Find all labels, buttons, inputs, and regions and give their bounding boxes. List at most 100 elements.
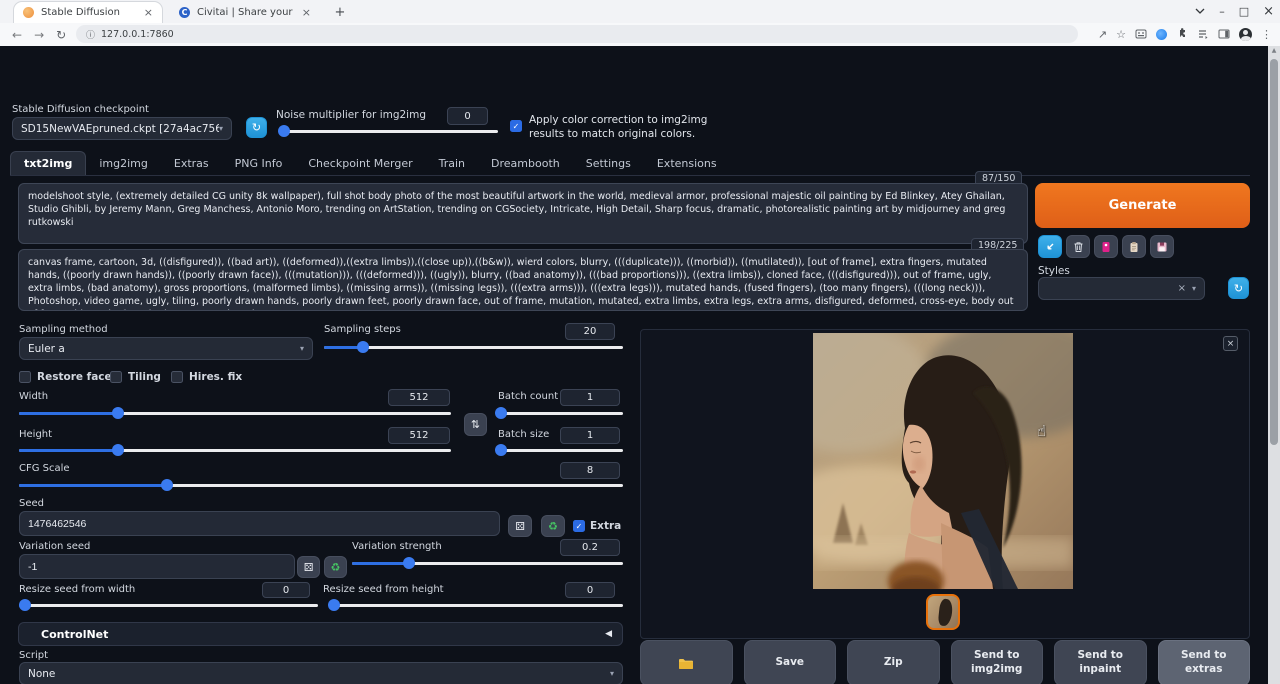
sampling-steps-slider[interactable] [324,346,623,349]
extra-seed-checkbox[interactable]: ✓ [573,520,585,532]
batch-count-slider[interactable] [498,412,623,415]
tab-dreambooth[interactable]: Dreambooth [478,152,573,175]
side-panel-icon[interactable] [1218,28,1230,40]
extension-grid-icon[interactable] [1135,28,1147,40]
noise-multiplier-value[interactable]: 0 [447,107,488,125]
variation-strength-label: Variation strength [352,541,442,552]
browser-tabstrip: Stable Diffusion × C Civitai | Share you… [0,0,1280,23]
variation-seed-input[interactable] [19,554,295,579]
width-slider[interactable] [19,412,451,415]
seed-input[interactable] [19,511,500,536]
save-style-floppy-icon[interactable] [1150,235,1174,258]
batch-size-slider[interactable] [498,449,623,452]
batch-size-value[interactable]: 1 [560,427,620,444]
generate-button[interactable]: Generate [1035,183,1250,228]
gallery-thumbnail[interactable] [926,594,960,630]
share-icon[interactable]: ↗ [1098,29,1107,40]
back-icon[interactable]: ← [12,28,22,42]
profile-avatar[interactable] [1239,28,1252,41]
clear-styles-icon[interactable]: × [1178,283,1186,294]
variation-strength-slider[interactable] [352,562,623,565]
tab-extensions[interactable]: Extensions [644,152,730,175]
sampling-method-dropdown[interactable]: Euler a ▾ [19,337,313,360]
color-correction-checkbox[interactable]: ✓ [510,120,522,132]
extension-blue-icon[interactable] [1156,29,1167,40]
extra-networks-card-icon[interactable] [1094,235,1118,258]
tab-extras[interactable]: Extras [161,152,222,175]
new-tab-button[interactable]: + [332,4,348,20]
apply-style-clipboard-icon[interactable] [1122,235,1146,258]
collapse-arrow-icon: ◀ [605,629,612,639]
styles-refresh-button[interactable]: ↻ [1228,277,1249,299]
styles-dropdown[interactable]: × ▾ [1038,277,1205,300]
width-value[interactable]: 512 [388,389,450,406]
minimize-button[interactable]: – [1219,6,1225,17]
resize-seed-width-value[interactable]: 0 [262,582,310,598]
restore-faces-checkbox[interactable] [19,371,31,383]
send-to-extras-button[interactable]: Send to extras [1158,640,1251,684]
sampling-steps-value[interactable]: 20 [565,323,615,340]
styles-label: Styles [1038,265,1070,277]
batch-count-value[interactable]: 1 [560,389,620,406]
save-button[interactable]: Save [744,640,837,684]
negative-prompt-input[interactable]: canvas frame, cartoon, 3d, ((disfigured)… [19,250,1027,310]
scrollbar-thumb[interactable] [1270,59,1278,445]
tab-train[interactable]: Train [426,152,478,175]
resize-seed-height-value[interactable]: 0 [565,582,615,598]
extensions-puzzle-icon[interactable] [1176,28,1188,40]
send-to-inpaint-button[interactable]: Send to inpaint [1054,640,1147,684]
close-button[interactable]: × [1263,5,1274,18]
site-info-icon[interactable]: ⓘ [86,28,95,41]
checkpoint-refresh-button[interactable]: ↻ [246,117,267,138]
cfg-scale-slider[interactable] [19,484,623,487]
browser-tab-civitai[interactable]: C Civitai | Share your models × [170,2,320,23]
script-dropdown[interactable]: None ▾ [19,662,623,684]
reuse-variation-seed-recycle-icon[interactable]: ♻ [324,556,347,578]
height-value[interactable]: 512 [388,427,450,444]
generated-image-preview[interactable] [813,333,1073,589]
tab-txt2img[interactable]: txt2img [10,151,86,175]
page-scrollbar[interactable]: ▲ [1268,46,1280,684]
height-slider[interactable] [19,449,451,452]
paste-generation-params-button[interactable] [1038,235,1062,258]
folder-icon [678,657,694,670]
browser-menu-icon[interactable]: ⋮ [1261,29,1272,40]
tab-img2img[interactable]: img2img [86,152,161,175]
swap-width-height-button[interactable]: ⇅ [464,413,487,436]
resize-seed-height-slider[interactable] [330,604,623,607]
random-seed-dice-icon[interactable]: ⚄ [508,515,532,537]
hires-fix-checkbox[interactable] [171,371,183,383]
open-folder-button[interactable] [640,640,733,684]
tab-settings[interactable]: Settings [573,152,644,175]
scroll-up-arrow[interactable]: ▲ [1268,47,1280,54]
zip-button[interactable]: Zip [847,640,940,684]
reading-list-icon[interactable] [1197,28,1209,40]
forward-icon[interactable]: → [34,28,44,42]
controlnet-accordion[interactable]: ControlNet ◀ [18,622,623,646]
reload-icon[interactable]: ↻ [56,28,66,42]
tab-png-info[interactable]: PNG Info [222,152,296,175]
browser-tab-stable-diffusion[interactable]: Stable Diffusion × [14,2,162,23]
random-variation-seed-dice-icon[interactable]: ⚄ [297,556,320,578]
cfg-scale-value[interactable]: 8 [560,462,620,479]
send-to-img2img-button[interactable]: Send to img2img [951,640,1044,684]
variation-strength-value[interactable]: 0.2 [560,539,620,556]
noise-multiplier-slider[interactable] [282,130,498,133]
script-value: None [28,668,55,680]
maximize-button[interactable]: □ [1239,6,1249,17]
chevron-down-icon[interactable] [1195,8,1205,14]
toolbar-icons: ↗ ☆ ⋮ [1098,25,1272,43]
bookmark-star-icon[interactable]: ☆ [1116,29,1126,40]
url-bar[interactable]: ⓘ 127.0.0.1:7860 [76,25,1078,43]
tiling-checkbox[interactable] [110,371,122,383]
reuse-seed-recycle-icon[interactable]: ♻ [541,515,565,537]
seed-label: Seed [19,498,44,509]
tab-close-icon[interactable]: × [144,6,153,19]
tab-checkpoint-merger[interactable]: Checkpoint Merger [295,152,425,175]
tab-close-icon[interactable]: × [302,6,311,19]
positive-prompt-input[interactable]: modelshoot style, (extremely detailed CG… [19,184,1027,243]
clear-prompt-trash-icon[interactable] [1066,235,1090,258]
close-gallery-icon[interactable]: × [1223,336,1238,351]
resize-seed-width-slider[interactable] [19,604,318,607]
checkpoint-dropdown[interactable]: SD15NewVAEpruned.ckpt [27a4ac756c] ▾ [12,117,232,140]
